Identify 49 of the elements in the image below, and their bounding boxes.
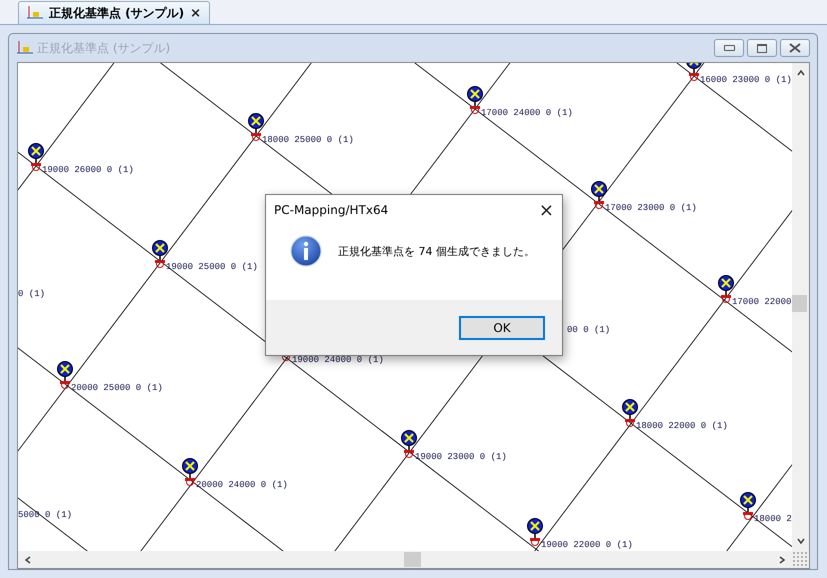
benchmark-marker-icon <box>718 275 734 303</box>
scroll-up-icon[interactable] <box>796 69 806 77</box>
benchmark-marker-icon <box>57 361 73 389</box>
point-label: 19000 23000 0 (1) <box>415 452 507 463</box>
document-tab[interactable]: 正規化基準点 (サンプル) × <box>18 1 210 24</box>
ok-button[interactable]: OK <box>459 316 545 340</box>
point-label: 17000 22000 <box>732 297 792 308</box>
point-label: 17000 23000 0 (1) <box>605 203 697 214</box>
scroll-thumb[interactable] <box>404 552 421 567</box>
point-label: 18000 25000 0 (1) <box>262 135 354 146</box>
benchmark-marker-icon <box>527 518 543 546</box>
scroll-right-icon[interactable] <box>778 554 786 564</box>
point-label: 19000 25000 0 (1) <box>166 262 258 273</box>
minimize-button[interactable] <box>714 39 744 57</box>
benchmark-marker-icon <box>152 240 168 268</box>
point-label: 16000 23000 0 (1) <box>700 75 792 86</box>
scroll-left-icon[interactable] <box>24 554 32 564</box>
survey-point-icon <box>17 41 33 55</box>
window-title: 正規化基準点 (サンプル) <box>37 40 170 56</box>
close-button[interactable] <box>780 39 810 57</box>
point-label: 17000 24000 0 (1) <box>481 108 573 119</box>
point-label: 5000 0 (1) <box>18 510 72 521</box>
benchmark-marker-icon <box>740 492 756 520</box>
info-icon <box>290 235 322 267</box>
point-label: 19000 26000 0 (1) <box>42 165 134 176</box>
point-label: 18000 22000 0 (1) <box>636 421 728 432</box>
dialog-message: 正規化基準点を 74 個生成できました。 <box>338 244 535 258</box>
scroll-thumb[interactable] <box>792 295 808 312</box>
benchmark-marker-icon <box>467 86 483 114</box>
dialog-close-button[interactable]: × <box>538 200 554 220</box>
point-label: 19000 24000 0 (1) <box>292 355 384 366</box>
benchmark-marker-icon <box>622 399 638 427</box>
restore-button[interactable] <box>747 39 777 57</box>
point-label: 20000 25000 0 (1) <box>71 383 163 394</box>
tab-close-button[interactable]: × <box>190 6 202 20</box>
close-icon <box>789 43 801 53</box>
point-label: 19000 22000 0 (1) <box>541 540 633 551</box>
benchmark-marker-icon <box>182 458 198 486</box>
benchmark-marker-icon <box>248 113 264 141</box>
benchmark-marker-icon <box>401 430 417 458</box>
benchmark-marker-icon <box>591 181 607 209</box>
scroll-down-icon[interactable] <box>796 537 806 545</box>
point-label: 00 0 (1) <box>567 325 610 336</box>
point-label: 0 (1) <box>18 289 46 300</box>
survey-point-icon <box>27 6 43 20</box>
benchmark-marker-icon <box>28 143 44 171</box>
point-label: 20000 24000 0 (1) <box>196 480 288 491</box>
dialog-title: PC-Mapping/HTx64 <box>274 203 388 217</box>
point-label: 18000 2 <box>754 514 792 525</box>
